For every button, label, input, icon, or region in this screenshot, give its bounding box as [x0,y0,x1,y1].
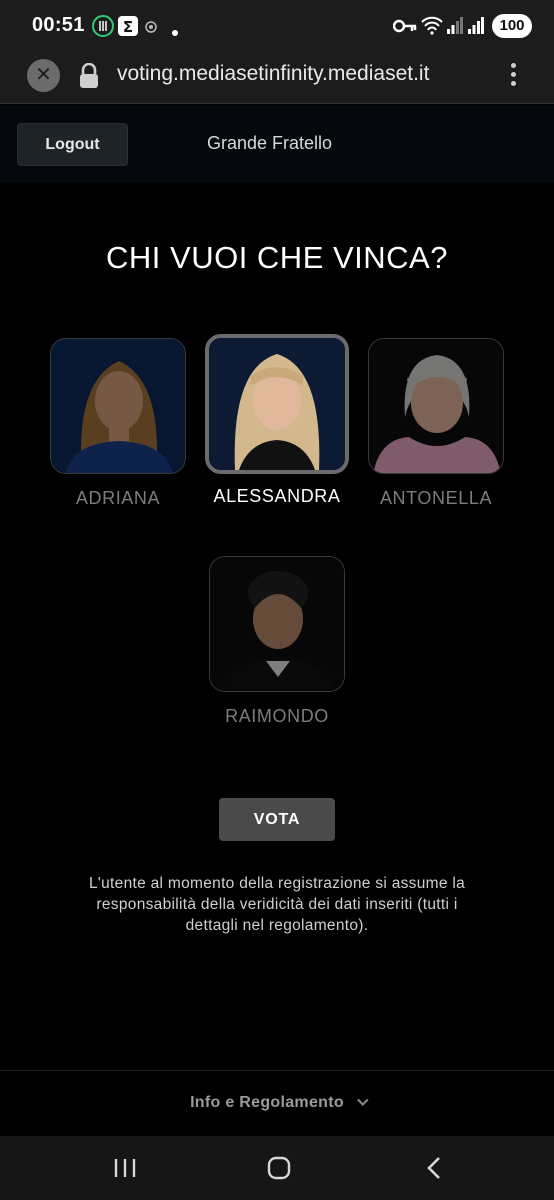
disclaimer-text: L'utente al momento della registrazione … [88,875,466,934]
status-bar: 00:51 Σ 100 [0,0,554,52]
show-title: Grande Fratello [207,133,333,153]
sigma-app-icon: Σ [117,15,139,42]
circle-app-icon [145,20,157,38]
candidate-card-raimondo[interactable]: RAIMONDO [202,556,352,727]
app-header: Logout Grande Fratello [0,105,554,183]
recent-apps-icon[interactable] [113,1154,137,1187]
candidate-photo[interactable] [209,556,345,692]
dot-icon [172,23,178,41]
wifi-icon [420,15,444,40]
candidate-card-adriana[interactable]: ADRIANA [43,338,193,509]
candidate-photo-selected[interactable] [205,334,349,474]
info-regolamento-toggle[interactable]: Info e Regolamento [0,1094,554,1112]
signal-icon [447,16,463,39]
restaurant-app-icon [92,15,114,42]
battery-indicator: 100 [492,14,532,38]
candidate-photo[interactable] [368,338,504,474]
home-icon[interactable] [267,1156,291,1185]
signal-icon-2 [468,16,484,39]
candidate-photo[interactable] [50,338,186,474]
logout-button[interactable]: Logout [17,123,128,166]
candidate-name-selected: ALESSANDRA [213,486,341,506]
info-regolamento-label: Info e Regolamento [190,1094,344,1111]
footer: Info e Regolamento [0,1070,554,1136]
status-time: 00:51 [32,14,85,36]
chevron-down-icon [357,1094,369,1106]
system-nav-bar [0,1136,554,1200]
lock-icon[interactable] [78,62,100,94]
page-title: CHI VUOI CHE VINCA? [106,240,448,275]
back-icon[interactable] [425,1154,443,1187]
candidate-name: ANTONELLA [379,488,493,508]
candidate-name: RAIMONDO [225,706,329,726]
close-tab-icon[interactable]: ✕ [27,59,60,92]
candidate-card-antonella[interactable]: ANTONELLA [361,338,511,509]
candidate-name: ADRIANA [75,488,161,508]
url-text[interactable]: voting.mediasetinfinity.mediaset.it [117,62,429,86]
key-icon [392,17,417,40]
candidate-card-alessandra[interactable]: ALESSANDRA [202,334,352,507]
vote-button[interactable]: VOTA [219,798,335,841]
svg-text:Σ: Σ [123,18,133,36]
browser-url-bar: ✕ voting.mediasetinfinity.mediaset.it [0,52,554,104]
more-options-icon[interactable] [510,63,516,89]
